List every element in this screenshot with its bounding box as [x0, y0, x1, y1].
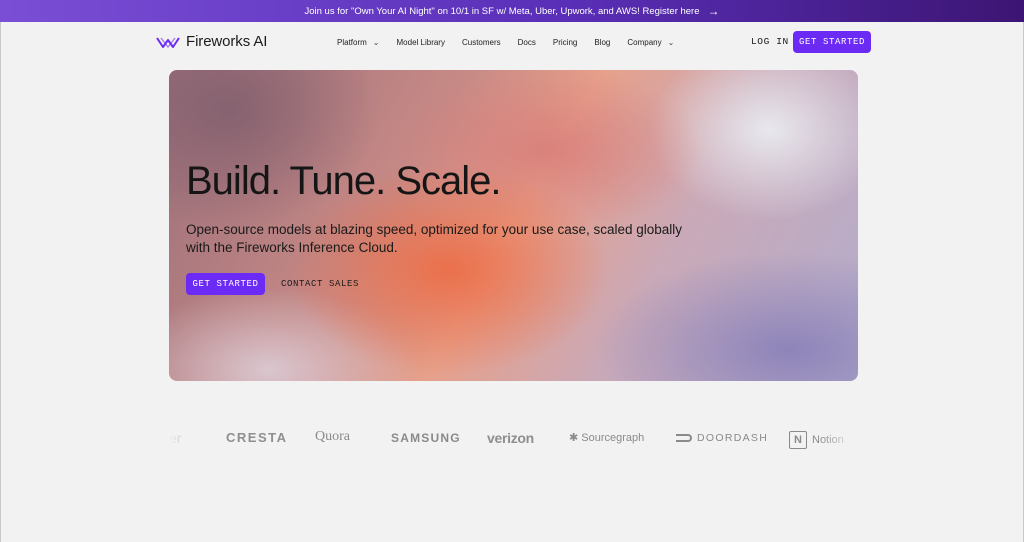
- main-menu: Platform ⌄ Model Library Customers Docs …: [337, 22, 674, 62]
- chevron-down-icon: ⌄: [667, 37, 675, 47]
- contact-sales-link[interactable]: CONTACT SALES: [281, 279, 359, 289]
- top-nav: Fireworks AI Platform ⌄ Model Library Cu…: [0, 22, 1024, 62]
- doordash-icon: [676, 434, 692, 443]
- chevron-down-icon: ⌄: [372, 37, 380, 47]
- samsung-logo: SAMSUNG: [391, 431, 461, 445]
- doordash-logo: DOORDASH: [676, 432, 768, 444]
- nav-item-label: Company: [627, 37, 662, 47]
- hero-subtitle: Open-source models at blazing speed, opt…: [186, 222, 683, 255]
- get-started-button[interactable]: GET STARTED: [793, 31, 871, 53]
- notion-icon: N: [789, 431, 807, 449]
- hero-section: Build. Tune. Scale. Open-source models a…: [169, 70, 858, 381]
- nav-item-blog[interactable]: Blog: [594, 38, 610, 47]
- fireworks-logo-icon: [156, 36, 180, 48]
- hero-title: Build. Tune. Scale.: [186, 159, 502, 203]
- nav-item-platform[interactable]: Platform ⌄: [337, 38, 380, 47]
- doordash-wordmark: DOORDASH: [697, 432, 769, 444]
- logo-text: Fireworks AI: [186, 33, 268, 50]
- nav-item-label: Pricing: [552, 37, 578, 47]
- login-link[interactable]: LOG IN: [751, 36, 789, 47]
- cresta-logo: CRESTA: [226, 430, 288, 445]
- nav-item-label: Model Library: [396, 37, 445, 47]
- nav-item-model-library[interactable]: Model Library: [397, 38, 445, 47]
- left-window-edge: [0, 22, 1, 542]
- nav-item-label: Blog: [594, 37, 611, 47]
- hero-get-started-button[interactable]: GET STARTED: [186, 273, 265, 295]
- quora-logo: Quora: [315, 429, 350, 444]
- sourcegraph-logo: ✱ Sourcegraph: [569, 432, 645, 444]
- customer-logo-strip: er CRESTA Quora SAMSUNG verizon ✱ Source…: [169, 424, 858, 454]
- nav-item-docs[interactable]: Docs: [518, 38, 536, 47]
- announcement-banner[interactable]: Join us for "Own Your AI Night" on 10/1 …: [0, 0, 1024, 22]
- nav-item-label: Docs: [517, 37, 536, 47]
- logo-strip-fade-right: [818, 424, 858, 454]
- nav-item-company[interactable]: Company ⌄: [627, 38, 674, 47]
- nav-item-label: Platform: [337, 37, 367, 47]
- nav-item-label: Customers: [461, 37, 501, 47]
- logo[interactable]: Fireworks AI: [156, 33, 267, 50]
- announcement-text[interactable]: Join us for "Own Your AI Night" on 10/1 …: [304, 6, 699, 17]
- nav-item-pricing[interactable]: Pricing: [553, 38, 577, 47]
- verizon-logo: verizon: [487, 430, 534, 446]
- arrow-right-icon[interactable]: →: [708, 5, 720, 17]
- nav-item-customers[interactable]: Customers: [462, 38, 501, 47]
- logo-strip-fade-left: [169, 424, 209, 454]
